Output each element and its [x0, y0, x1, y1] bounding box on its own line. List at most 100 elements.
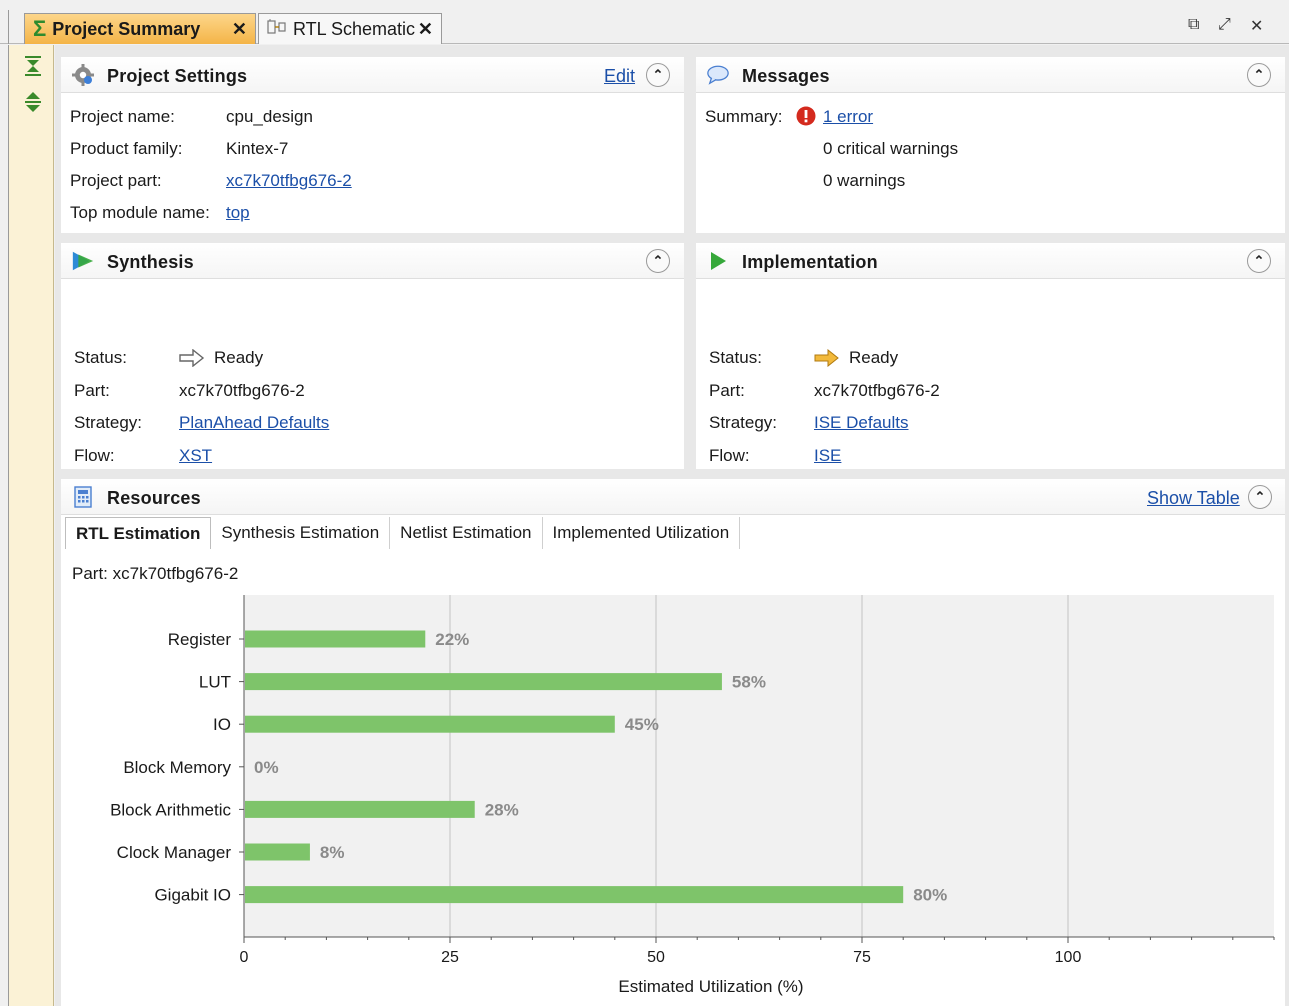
collapse-panel-icon[interactable]: ⌃ — [1247, 63, 1271, 87]
bar-value-label: 8% — [320, 843, 345, 862]
field-value-link[interactable]: XST — [179, 446, 212, 466]
category-label: Register — [168, 630, 232, 649]
restore-window-icon[interactable]: ⧉ — [1188, 16, 1199, 34]
speech-bubble-icon — [706, 64, 730, 86]
synthesis-panel: Synthesis ⌃ Status: Ready Part: xc7k70tfbg6… — [61, 243, 684, 497]
messages-panel: Messages ⌃ Summary: 1 error 0 critical w… — [696, 57, 1285, 233]
panel-title: Synthesis — [107, 252, 194, 272]
subtab-netlist-estimation[interactable]: Netlist Estimation — [390, 517, 543, 549]
summary-label: Summary: — [705, 107, 783, 126]
error-icon — [796, 106, 816, 131]
category-label: Block Memory — [123, 758, 231, 777]
arrow-right-outline-icon — [179, 348, 205, 372]
field-value: Kintex-7 — [226, 139, 289, 158]
subtab-implemented-utilization[interactable]: Implemented Utilization — [543, 517, 741, 549]
close-window-icon[interactable]: ✕ — [1250, 16, 1263, 36]
calculator-icon — [71, 486, 95, 508]
x-tick-label: 100 — [1055, 949, 1082, 966]
expand-all-icon[interactable] — [22, 91, 44, 113]
field-label: Strategy: — [74, 413, 143, 432]
x-tick-label: 0 — [240, 949, 249, 966]
estimation-tabs: RTL Estimation Synthesis Estimation Netlis… — [65, 517, 741, 549]
x-axis-title: Estimated Utilization (%) — [618, 977, 803, 996]
field-label: Part: — [74, 380, 110, 400]
gear-icon — [71, 64, 95, 86]
field-label: Project name: — [70, 107, 175, 126]
bar-value-label: 0% — [254, 758, 279, 777]
utilization-bar-chart: 0 25 50 75 100 Estimated Utilization (%) Regis… — [110, 595, 1275, 996]
field-label: Product family: — [70, 139, 183, 158]
field-label: Flow: — [709, 445, 750, 465]
field-value: Ready — [849, 348, 899, 367]
close-icon[interactable]: ✕ — [418, 19, 433, 40]
resources-part-label: Part: xc7k70tfbg676-2 — [72, 564, 239, 583]
bar — [245, 715, 615, 733]
field-value-link[interactable]: top — [226, 203, 250, 223]
bar — [245, 800, 475, 818]
collapse-all-icon[interactable] — [22, 55, 44, 77]
category-label: Block Arithmetic — [110, 800, 231, 819]
category-label: Gigabit IO — [154, 886, 231, 905]
tab-project-summary[interactable]: Σ Project Summary ✕ — [24, 13, 256, 44]
tab-label: Project Summary — [52, 18, 201, 39]
panel-header: Synthesis ⌃ — [61, 243, 684, 279]
field-value: cpu_design — [226, 107, 313, 126]
arrow-right-icon — [814, 348, 840, 372]
field-label: Status: — [74, 348, 127, 367]
x-tick-label: 75 — [853, 949, 871, 966]
x-tick-label: 25 — [441, 949, 459, 966]
schematic-icon — [267, 18, 287, 41]
bar-value-label: 45% — [625, 715, 659, 734]
sigma-icon: Σ — [33, 16, 47, 41]
collapse-panel-icon[interactable]: ⌃ — [1248, 485, 1272, 509]
collapse-panel-icon[interactable]: ⌃ — [646, 249, 670, 273]
edit-link[interactable]: Edit — [604, 66, 635, 87]
category-label: Clock Manager — [117, 843, 232, 862]
error-count-link[interactable]: 1 error — [823, 107, 873, 127]
project-settings-panel: Project Settings Edit ⌃ Project name: cpu… — [61, 57, 684, 233]
panel-title: Project Settings — [107, 66, 248, 86]
field-label: Strategy: — [709, 413, 778, 432]
field-label: Top module name: — [70, 203, 210, 222]
panel-title: Messages — [742, 66, 830, 86]
synthesis-icon — [71, 250, 95, 272]
field-value-link[interactable]: ISE — [814, 446, 841, 466]
run-icon — [706, 250, 730, 272]
field-value: xc7k70tfbg676-2 — [179, 380, 305, 400]
subtab-rtl-estimation[interactable]: RTL Estimation — [65, 517, 212, 549]
field-value-link[interactable]: xc7k70tfbg676-2 — [226, 171, 352, 191]
field-label: Project part: — [70, 171, 162, 190]
category-label: LUT — [199, 673, 231, 692]
tab-label: RTL Schematic — [293, 18, 416, 39]
panel-header: Project Settings Edit ⌃ — [61, 57, 684, 93]
bar — [245, 843, 310, 861]
bar — [245, 673, 722, 691]
panel-title: Resources — [107, 488, 201, 508]
panel-title: Implementation — [742, 252, 878, 272]
tab-rtl-schematic[interactable]: RTL Schematic ✕ — [258, 13, 442, 44]
x-tick-label: 50 — [647, 949, 665, 966]
project-summary-view: Project Settings Edit ⌃ Project name: cpu… — [55, 45, 1289, 1006]
bar-value-label: 80% — [913, 886, 947, 905]
subtab-synthesis-estimation[interactable]: Synthesis Estimation — [211, 517, 391, 549]
field-value-link[interactable]: ISE Defaults — [814, 413, 909, 433]
tabbar-border — [8, 10, 9, 44]
field-value: Ready — [214, 348, 264, 367]
close-icon[interactable]: ✕ — [232, 19, 247, 40]
bar-value-label: 22% — [435, 630, 469, 649]
maximize-window-icon[interactable]: ⤢ — [1218, 16, 1231, 34]
summary-toolbar — [8, 45, 54, 1006]
collapse-panel-icon[interactable]: ⌃ — [1247, 249, 1271, 273]
show-table-link[interactable]: Show Table — [1147, 488, 1240, 509]
field-label: Flow: — [74, 445, 115, 465]
collapse-panel-icon[interactable]: ⌃ — [646, 63, 670, 87]
field-value-link[interactable]: PlanAhead Defaults — [179, 413, 329, 433]
critical-warnings-count: 0 critical warnings — [823, 139, 959, 158]
panel-header: Resources Show Table ⌃ — [61, 479, 1285, 515]
editor-tab-bar: Σ Project Summary ✕ RTL Schematic ✕ ⧉ ⤢ … — [0, 0, 1289, 44]
bar — [245, 630, 426, 648]
field-label: Status: — [709, 348, 762, 367]
bar — [245, 886, 904, 904]
bar-value-label: 28% — [485, 800, 519, 819]
field-value: xc7k70tfbg676-2 — [814, 380, 940, 400]
